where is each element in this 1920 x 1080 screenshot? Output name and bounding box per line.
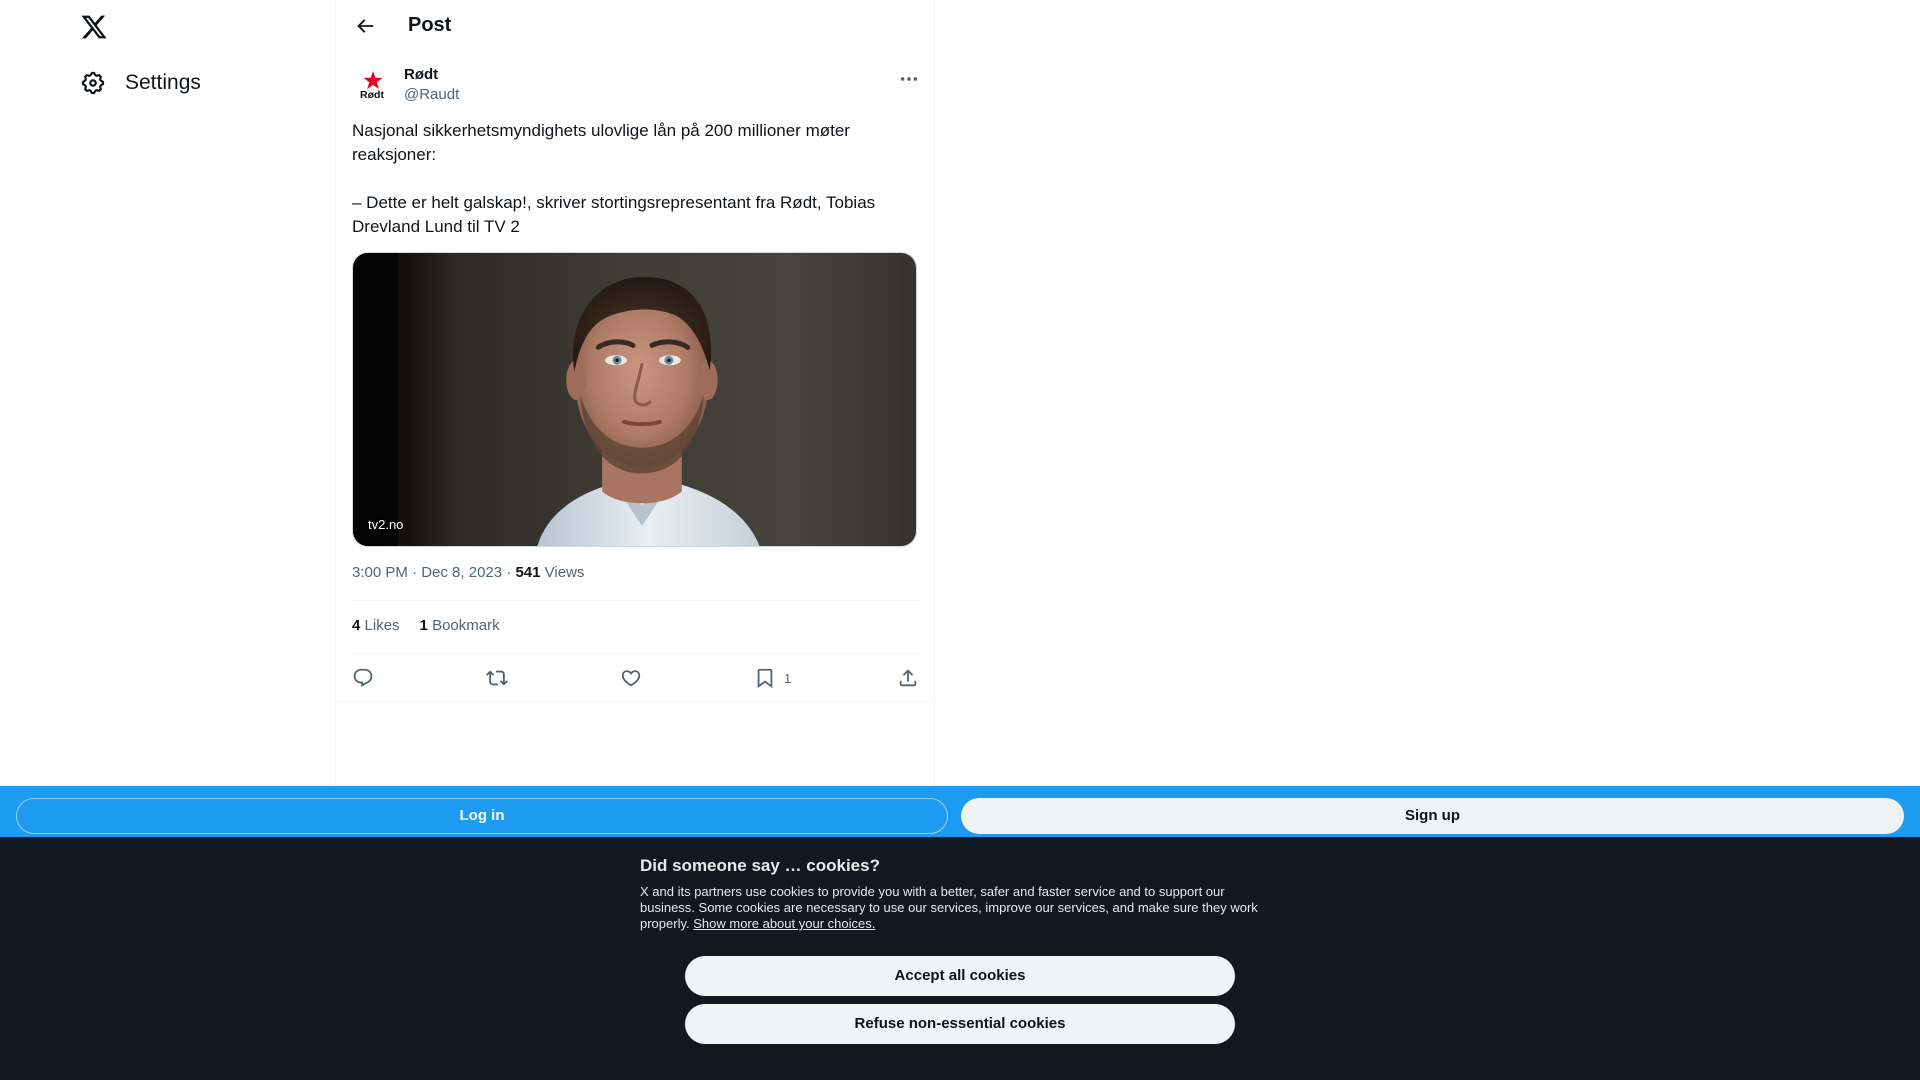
reply-button[interactable] xyxy=(352,664,374,692)
post-date[interactable]: Dec 8, 2023 xyxy=(421,564,502,581)
likes-stat[interactable]: 4 Likes xyxy=(352,617,400,634)
meta-separator: · xyxy=(412,564,418,581)
post-actions: 1 xyxy=(352,664,920,692)
gear-icon xyxy=(80,70,106,96)
more-button[interactable] xyxy=(898,68,920,90)
back-button[interactable] xyxy=(352,13,378,39)
share-button[interactable] xyxy=(897,664,919,692)
sidebar-item-label: Settings xyxy=(125,71,201,94)
signup-button[interactable]: Sign up xyxy=(961,798,1904,834)
login-bar: Log in Sign up xyxy=(0,786,1920,837)
avatar-logo-text: Rødt xyxy=(360,89,384,101)
cookie-body: X and its partners use cookies to provid… xyxy=(640,884,1280,932)
x-logo-icon[interactable] xyxy=(80,13,108,41)
share-icon xyxy=(899,669,917,687)
divider xyxy=(352,653,920,654)
bookmarks-label: Bookmark xyxy=(432,617,500,634)
cookie-choices-link[interactable]: Show more about your choices. xyxy=(693,916,875,931)
heart-icon xyxy=(621,670,641,687)
bookmark-icon xyxy=(757,668,773,689)
accept-cookies-button[interactable]: Accept all cookies xyxy=(685,956,1235,996)
likes-count: 4 xyxy=(352,617,361,634)
login-button[interactable]: Log in xyxy=(16,798,948,834)
bookmark-count: 1 xyxy=(784,670,792,686)
divider xyxy=(336,701,934,702)
meta-separator: · xyxy=(506,564,512,581)
arrow-left-icon xyxy=(357,19,374,33)
post-header: Post xyxy=(336,0,934,53)
repost-icon xyxy=(486,670,508,686)
sidebar-item-settings[interactable]: Settings xyxy=(80,68,201,98)
post-stats: 4 Likes 1 Bookmark xyxy=(352,617,500,634)
more-dots-icon xyxy=(900,77,918,81)
page-title: Post xyxy=(408,14,452,36)
repost-button[interactable] xyxy=(486,664,508,692)
views-count: 541 xyxy=(515,564,541,581)
author-handle[interactable]: @Raudt xyxy=(404,86,459,103)
likes-label: Likes xyxy=(364,617,400,634)
left-navigation: Settings xyxy=(0,0,335,786)
author-name[interactable]: Rødt xyxy=(404,66,438,83)
bookmarks-stat[interactable]: 1 Bookmark xyxy=(420,617,500,634)
refuse-cookies-button[interactable]: Refuse non-essential cookies xyxy=(685,1004,1235,1044)
post-meta: 3:00 PM · Dec 8, 2023 · 541 Views xyxy=(352,564,584,581)
bookmark-button[interactable]: 1 xyxy=(754,664,791,692)
main-column: Post Rødt Rødt @Raudt Nasjonal sikkerhet… xyxy=(335,0,935,786)
views-label: Views xyxy=(544,564,585,581)
divider xyxy=(352,600,920,601)
like-button[interactable] xyxy=(620,664,642,692)
bookmarks-count: 1 xyxy=(419,617,428,634)
reply-icon xyxy=(353,668,373,687)
cookie-title: Did someone say … cookies? xyxy=(640,856,880,875)
link-card-domain: tv2.no xyxy=(368,517,404,532)
post-time[interactable]: 3:00 PM xyxy=(352,564,408,581)
post-author: Rødt Rødt @Raudt xyxy=(352,66,920,106)
avatar[interactable]: Rødt xyxy=(352,66,392,106)
post-text: Nasjonal sikkerhetsmyndighets ulovlige l… xyxy=(352,121,876,236)
link-card-image[interactable]: tv2.no xyxy=(352,252,917,547)
cookie-banner: Did someone say … cookies? X and its par… xyxy=(0,837,1920,1080)
